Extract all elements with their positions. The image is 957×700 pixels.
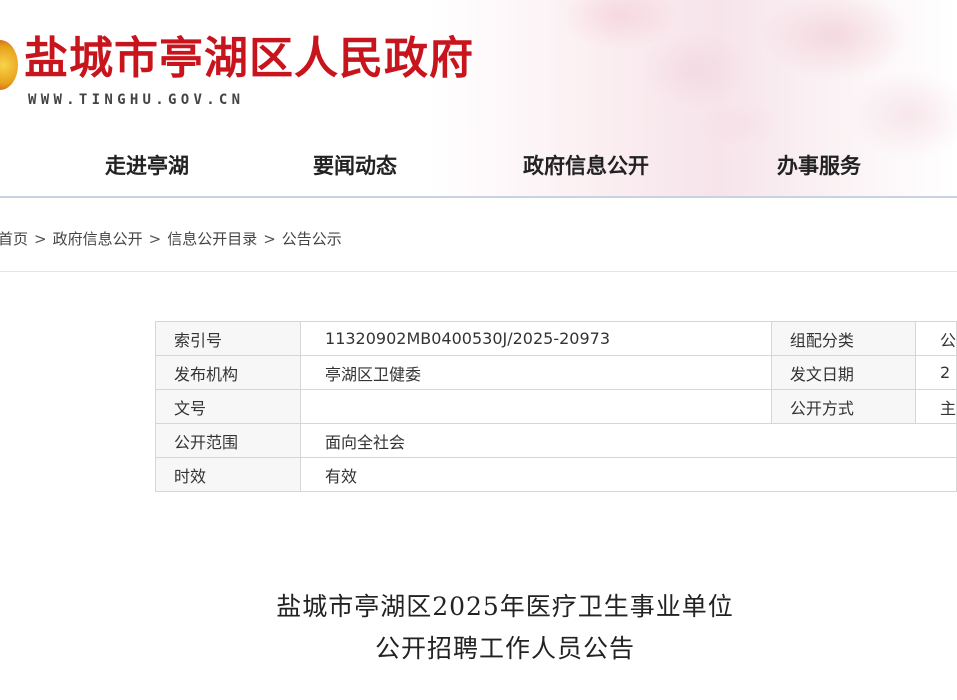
table-row: 时效 有效 xyxy=(154,457,957,492)
blossom-decoration xyxy=(850,70,957,160)
nav-item-services[interactable]: 办事服务 xyxy=(777,150,861,180)
breadcrumb-announcements[interactable]: 公告公示 xyxy=(282,230,342,248)
meta-label-publisher: 发布机构 xyxy=(154,355,302,390)
meta-value-scope: 面向全社会 xyxy=(300,423,957,458)
meta-label-index-number: 索引号 xyxy=(154,321,302,356)
breadcrumb-divider xyxy=(0,271,957,272)
meta-value-category: 公 xyxy=(914,321,957,356)
site-header: 盐城市亭湖区人民政府 WWW.TINGHU.GOV.CN 走进亭湖 要闻动态 政… xyxy=(0,0,957,198)
site-url: WWW.TINGHU.GOV.CN xyxy=(28,92,245,108)
breadcrumb: 首页 > 政府信息公开 > 信息公开目录 > 公告公示 xyxy=(0,228,342,249)
breadcrumb-separator: > xyxy=(148,230,162,248)
blossom-decoration xyxy=(700,100,780,150)
city-emblem-icon[interactable] xyxy=(0,40,18,90)
meta-label-disclosure-method: 公开方式 xyxy=(770,389,916,424)
nav-item-news[interactable]: 要闻动态 xyxy=(313,150,397,180)
meta-value-issue-date: 2 xyxy=(914,355,957,390)
nav-item-gov-info-disclosure[interactable]: 政府信息公开 xyxy=(523,150,649,180)
nav-item-about-tinghu[interactable]: 走进亭湖 xyxy=(105,150,189,180)
table-row: 索引号 11320902MB0400530J/2025-20973 组配分类 公 xyxy=(154,321,957,356)
meta-label-issue-date: 发文日期 xyxy=(770,355,916,390)
main-nav: 走进亭湖 要闻动态 政府信息公开 办事服务 xyxy=(0,150,957,186)
nav-underline xyxy=(0,196,957,198)
meta-value-validity: 有效 xyxy=(300,457,957,492)
blossom-decoration xyxy=(760,0,910,80)
meta-label-doc-number: 文号 xyxy=(154,389,302,424)
site-title[interactable]: 盐城市亭湖区人民政府 xyxy=(24,22,474,86)
article-title-line-2: 公开招聘工作人员公告 xyxy=(374,634,635,663)
breadcrumb-gov-info[interactable]: 政府信息公开 xyxy=(53,230,143,248)
meta-value-publisher: 亭湖区卫健委 xyxy=(300,355,772,390)
breadcrumb-home[interactable]: 首页 xyxy=(0,230,28,248)
breadcrumb-separator: > xyxy=(34,230,47,248)
meta-value-doc-number xyxy=(300,389,772,424)
document-metadata-table: 索引号 11320902MB0400530J/2025-20973 组配分类 公… xyxy=(154,321,957,492)
meta-label-category: 组配分类 xyxy=(770,321,916,356)
meta-label-scope: 公开范围 xyxy=(154,423,302,458)
meta-value-index-number: 11320902MB0400530J/2025-20973 xyxy=(300,321,772,356)
meta-label-validity: 时效 xyxy=(154,457,302,492)
table-row: 发布机构 亭湖区卫健委 发文日期 2 xyxy=(154,355,957,390)
breadcrumb-separator: > xyxy=(263,230,276,248)
article-title-line-1: 盐城市亭湖区2025年医疗卫生事业单位 xyxy=(276,592,734,621)
blossom-decoration xyxy=(640,30,750,110)
breadcrumb-info-catalog[interactable]: 信息公开目录 xyxy=(167,230,257,248)
table-row: 文号 公开方式 主 xyxy=(154,389,957,424)
table-row: 公开范围 面向全社会 xyxy=(154,423,957,458)
meta-value-disclosure-method: 主 xyxy=(914,389,957,424)
article-title: 盐城市亭湖区2025年医疗卫生事业单位 公开招聘工作人员公告 xyxy=(0,586,957,670)
